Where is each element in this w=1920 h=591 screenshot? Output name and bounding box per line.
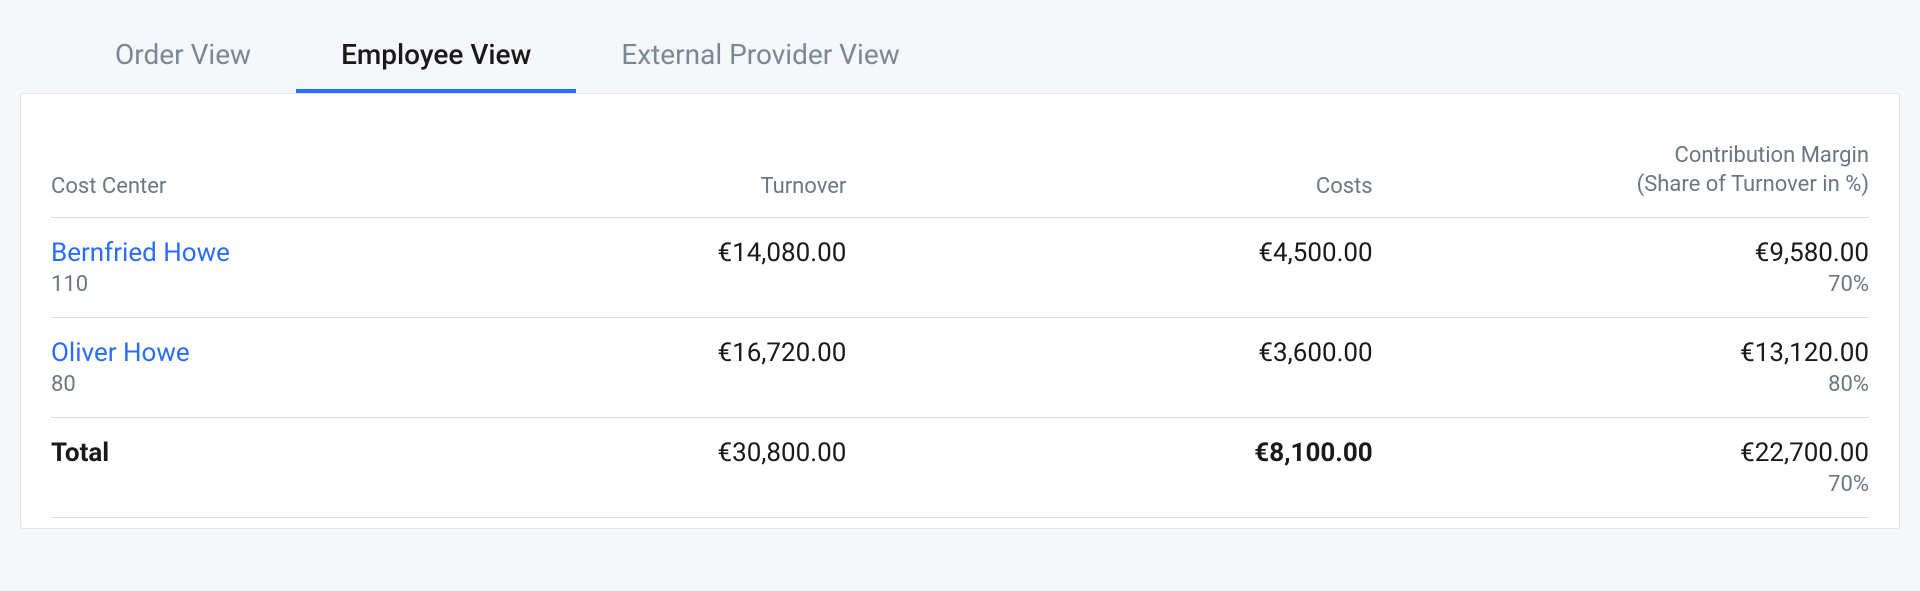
cost-center-table: Cost Center Turnover Costs Contribution … [51, 124, 1869, 518]
total-turnover: €30,800.00 [560, 418, 996, 518]
data-panel: Cost Center Turnover Costs Contribution … [20, 93, 1900, 529]
table-row-total: Total €30,800.00 €8,100.00 €22,700.00 70… [51, 418, 1869, 518]
tab-order-view[interactable]: Order View [70, 20, 296, 93]
header-margin-line2: (Share of Turnover in %) [1637, 172, 1869, 197]
total-costs: €8,100.00 [996, 418, 1432, 518]
tab-bar: Order View Employee View External Provid… [20, 0, 1900, 93]
header-contribution-margin: Contribution Margin (Share of Turnover i… [1433, 124, 1869, 218]
total-margin: €22,700.00 [1740, 438, 1869, 468]
tab-external-provider-view[interactable]: External Provider View [576, 20, 944, 93]
header-margin-line1: Contribution Margin [1675, 143, 1869, 168]
cost-center-code: 80 [51, 372, 560, 397]
table-row: Bernfried Howe 110 €14,080.00 €4,500.00 … [51, 218, 1869, 318]
cost-center-code: 110 [51, 272, 560, 297]
header-costs: Costs [996, 124, 1432, 218]
cost-center-link[interactable]: Bernfried Howe [51, 238, 230, 268]
cell-share: 70% [1433, 272, 1869, 297]
header-turnover: Turnover [560, 124, 996, 218]
cell-share: 80% [1433, 372, 1869, 397]
cell-turnover: €16,720.00 [560, 318, 996, 418]
cell-margin: €13,120.00 [1740, 338, 1869, 368]
cell-margin: €9,580.00 [1755, 238, 1869, 268]
tab-employee-view[interactable]: Employee View [296, 20, 576, 93]
cell-costs: €4,500.00 [996, 218, 1432, 318]
table-row: Oliver Howe 80 €16,720.00 €3,600.00 €13,… [51, 318, 1869, 418]
total-label: Total [51, 418, 560, 518]
header-cost-center: Cost Center [51, 124, 560, 218]
total-share: 70% [1433, 472, 1869, 497]
cost-center-link[interactable]: Oliver Howe [51, 338, 190, 368]
cell-costs: €3,600.00 [996, 318, 1432, 418]
cell-turnover: €14,080.00 [560, 218, 996, 318]
